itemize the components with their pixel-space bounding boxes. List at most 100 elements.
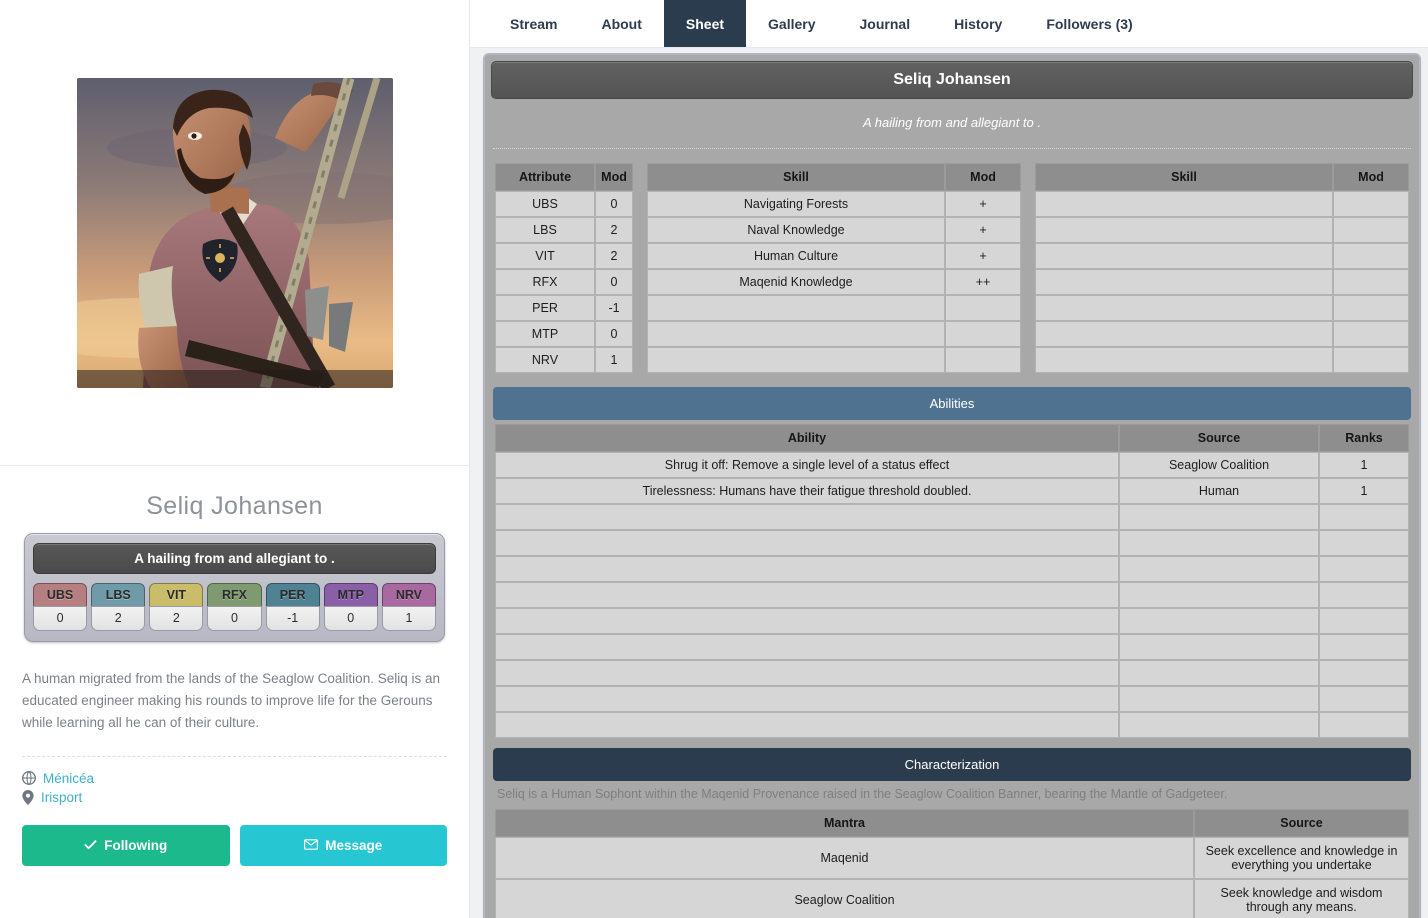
- mod-cell: [1333, 321, 1409, 347]
- table-row[interactable]: [1035, 347, 1409, 373]
- bio-divider: [22, 756, 447, 757]
- following-button-label: Following: [104, 838, 167, 853]
- world-name: Ménicéa: [43, 771, 94, 786]
- attribute-value: -1: [266, 606, 320, 631]
- table-row[interactable]: [495, 686, 1409, 712]
- attribute-cell: LBS: [495, 217, 595, 243]
- table-row[interactable]: [495, 582, 1409, 608]
- tab-stream[interactable]: Stream: [488, 0, 579, 47]
- abilities-header-source: Source: [1119, 424, 1319, 452]
- source-cell: [1119, 686, 1319, 712]
- table-row[interactable]: MaqenidSeek excellence and knowledge in …: [495, 837, 1409, 879]
- attribute-badge-rfx[interactable]: RFX 0: [207, 583, 261, 631]
- character-name: Seliq Johansen: [22, 492, 447, 521]
- table-row[interactable]: [1035, 295, 1409, 321]
- table-row[interactable]: NRV1: [495, 347, 633, 373]
- table-row[interactable]: [495, 504, 1409, 530]
- table-row[interactable]: [647, 295, 1021, 321]
- attribute-badge-vit[interactable]: VIT 2: [149, 583, 203, 631]
- skill-cell: [1035, 347, 1333, 373]
- check-icon: [84, 838, 97, 853]
- table-row[interactable]: [647, 347, 1021, 373]
- skill-cell: [647, 347, 945, 373]
- attribute-badge-lbs[interactable]: LBS 2: [91, 583, 145, 631]
- table-row[interactable]: LBS2: [495, 217, 633, 243]
- source-cell: [1119, 608, 1319, 634]
- table-row[interactable]: Shrug it off: Remove a single level of a…: [495, 452, 1409, 478]
- table-row[interactable]: [647, 321, 1021, 347]
- profile-details: Seliq Johansen A hailing from and allegi…: [0, 466, 469, 866]
- mantra-header-source: Source: [1194, 809, 1409, 837]
- sheet-scroll-area[interactable]: Seliq Johansen A hailing from and allegi…: [470, 48, 1428, 918]
- stats-grid: Attribute Mod UBS0 LBS2 VIT2 RFX0 PER-1 …: [491, 149, 1413, 385]
- tab-sheet[interactable]: Sheet: [664, 0, 746, 47]
- attribute-badge-ubs[interactable]: UBS 0: [33, 583, 87, 631]
- globe-icon: [22, 771, 36, 785]
- attribute-badge-per[interactable]: PER -1: [266, 583, 320, 631]
- table-row[interactable]: [1035, 269, 1409, 295]
- skill-cell: Naval Knowledge: [647, 217, 945, 243]
- ranks-cell: 1: [1319, 452, 1409, 478]
- table-row[interactable]: Maqenid Knowledge++: [647, 269, 1021, 295]
- attribute-badges: UBS 0 LBS 2 VIT 2 RFX 0: [33, 583, 436, 631]
- tab-about[interactable]: About: [579, 0, 663, 47]
- mantra-cell: Seaglow Coalition: [495, 879, 1194, 918]
- table-row[interactable]: [1035, 321, 1409, 347]
- attribute-cell: MTP: [495, 321, 595, 347]
- table-row[interactable]: RFX0: [495, 269, 633, 295]
- table-row[interactable]: [495, 634, 1409, 660]
- ranks-cell: [1319, 660, 1409, 686]
- table-row[interactable]: MTP0: [495, 321, 633, 347]
- following-button[interactable]: Following: [22, 825, 230, 866]
- message-button[interactable]: Message: [240, 825, 448, 866]
- table-row[interactable]: UBS0: [495, 191, 633, 217]
- ability-cell: [495, 530, 1119, 556]
- mod-cell: 0: [595, 191, 633, 217]
- ranks-cell: [1319, 556, 1409, 582]
- table-row[interactable]: [495, 556, 1409, 582]
- attribute-badge-nrv[interactable]: NRV 1: [382, 583, 436, 631]
- skill-table-header-skill: Skill: [647, 163, 945, 191]
- tab-gallery[interactable]: Gallery: [746, 0, 837, 47]
- table-row[interactable]: [495, 530, 1409, 556]
- attribute-value: 0: [324, 606, 378, 631]
- table-row[interactable]: [1035, 191, 1409, 217]
- table-row[interactable]: Naval Knowledge+: [647, 217, 1021, 243]
- ranks-cell: [1319, 582, 1409, 608]
- tab-followers[interactable]: Followers (3): [1024, 0, 1154, 47]
- skill-table-header-skill: Skill: [1035, 163, 1333, 191]
- table-row[interactable]: [1035, 243, 1409, 269]
- ranks-cell: [1319, 712, 1409, 738]
- table-row[interactable]: Navigating Forests+: [647, 191, 1021, 217]
- world-link[interactable]: Ménicéa: [22, 771, 447, 786]
- source-cell: [1119, 504, 1319, 530]
- table-row[interactable]: [1035, 217, 1409, 243]
- abilities-table-body: Shrug it off: Remove a single level of a…: [495, 452, 1409, 738]
- source-cell: [1119, 582, 1319, 608]
- attribute-badge-mtp[interactable]: MTP 0: [324, 583, 378, 631]
- source-cell: [1119, 530, 1319, 556]
- attribute-cell: NRV: [495, 347, 595, 373]
- attribute-table-header-attribute: Attribute: [495, 163, 595, 191]
- skill-cell: [1035, 295, 1333, 321]
- ability-cell: [495, 686, 1119, 712]
- profile-actions: Following Message: [22, 825, 447, 866]
- profile-page: Seliq Johansen A hailing from and allegi…: [0, 0, 1428, 918]
- table-row[interactable]: [495, 660, 1409, 686]
- location-link[interactable]: Irisport: [22, 790, 447, 805]
- attribute-key: NRV: [382, 583, 436, 606]
- character-sheet: Seliq Johansen A hailing from and allegi…: [484, 54, 1420, 918]
- table-row[interactable]: Tirelessness: Humans have their fatigue …: [495, 478, 1409, 504]
- character-portrait[interactable]: [77, 78, 393, 388]
- tab-journal[interactable]: Journal: [838, 0, 933, 47]
- table-row[interactable]: VIT2: [495, 243, 633, 269]
- table-row[interactable]: [495, 712, 1409, 738]
- skill-cell: Navigating Forests: [647, 191, 945, 217]
- table-row[interactable]: PER-1: [495, 295, 633, 321]
- table-row[interactable]: [495, 608, 1409, 634]
- table-row[interactable]: Human Culture+: [647, 243, 1021, 269]
- tab-history[interactable]: History: [932, 0, 1024, 47]
- mod-cell: +: [945, 191, 1021, 217]
- mantra-cell: Maqenid: [495, 837, 1194, 879]
- table-row[interactable]: Seaglow CoalitionSeek knowledge and wisd…: [495, 879, 1409, 918]
